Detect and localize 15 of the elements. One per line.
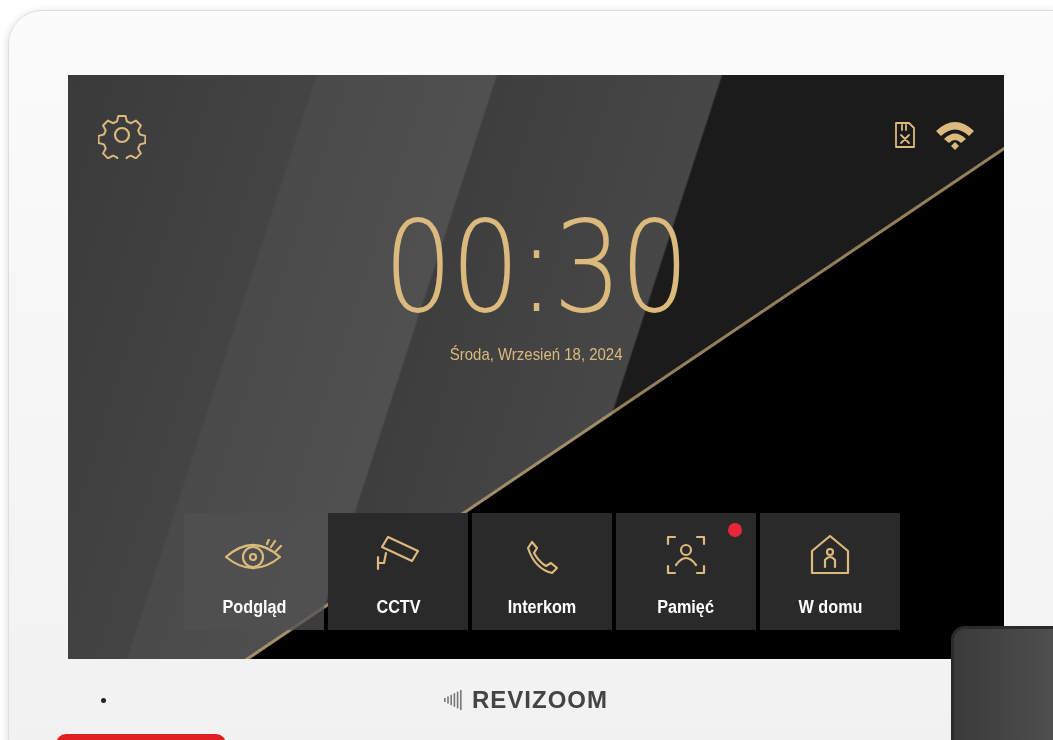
date-text: Środa, Wrzesień 18, 2024 [449, 345, 623, 365]
wifi-icon [934, 119, 976, 151]
face-scan-icon [666, 535, 706, 575]
sd-card-icon [894, 121, 916, 149]
menu-tile[interactable]: Pamięć [616, 513, 756, 630]
phone-icon [525, 539, 559, 575]
menu-tile[interactable]: Interkom [472, 513, 612, 630]
menu-tile[interactable]: W domu [760, 513, 900, 630]
home-icon [809, 533, 851, 575]
microphone-hole [101, 697, 106, 703]
menu-tile[interactable]: CCTV [328, 513, 468, 630]
menu-tile[interactable]: Podgląd [184, 513, 324, 630]
logo-icon [444, 688, 464, 712]
brand-logo: REVIZOOM [472, 686, 608, 714]
clock-time: 00:30 [384, 205, 688, 331]
